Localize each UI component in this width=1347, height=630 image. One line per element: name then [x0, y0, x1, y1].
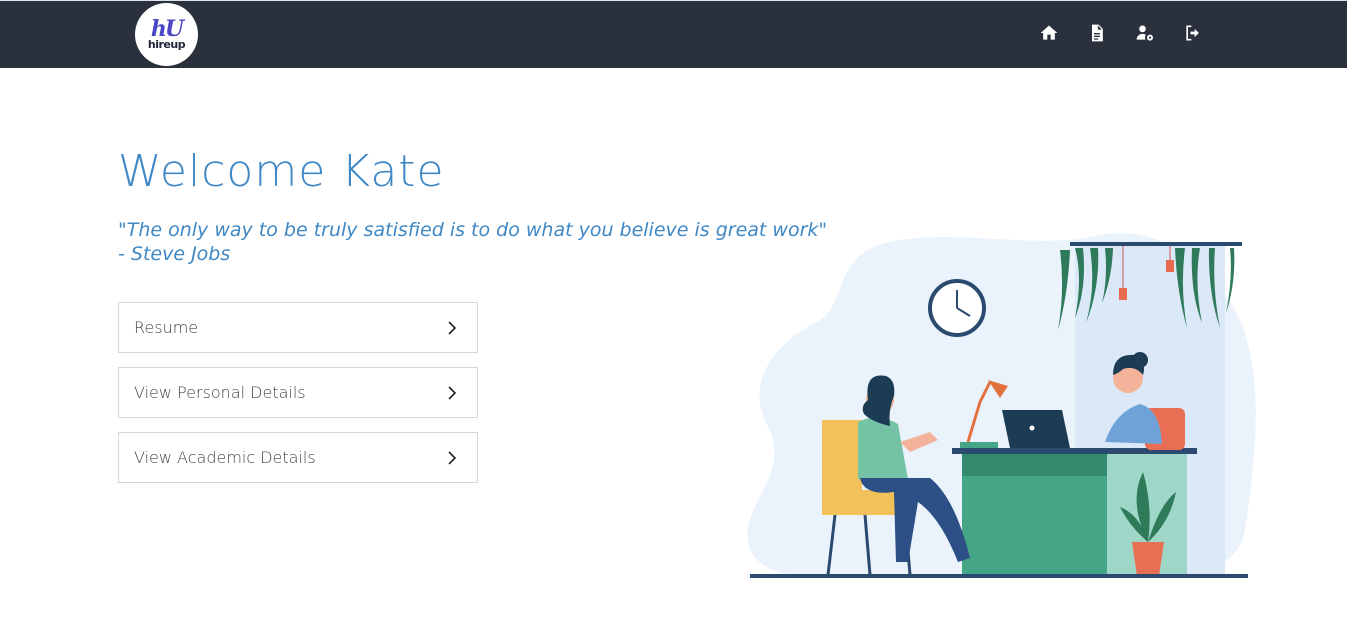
resume-label: Resume [134, 318, 199, 337]
personal-details-label: View Personal Details [134, 383, 306, 402]
view-academic-details-button[interactable]: View Academic Details [118, 432, 478, 483]
document-icon[interactable] [1086, 22, 1108, 44]
chevron-right-icon [448, 320, 457, 335]
home-icon[interactable] [1038, 22, 1060, 44]
logout-icon[interactable] [1182, 22, 1204, 44]
user-settings-icon[interactable] [1134, 22, 1156, 44]
chevron-right-icon [448, 385, 457, 400]
chevron-right-icon [448, 450, 457, 465]
welcome-heading: Welcome Kate [118, 146, 445, 197]
nav-icon-bar [1038, 22, 1204, 44]
view-personal-details-button[interactable]: View Personal Details [118, 367, 478, 418]
logo-wordmark: hireup [147, 37, 186, 51]
top-navbar: hU hireup [0, 0, 1347, 68]
dashboard-menu: Resume View Personal Details View Academ… [118, 302, 478, 497]
office-interview-illustration [747, 233, 1256, 578]
resume-button[interactable]: Resume [118, 302, 478, 353]
logo-mark: hU [150, 15, 184, 42]
hireup-logo[interactable]: hU hireup [135, 3, 198, 66]
academic-details-label: View Academic Details [134, 448, 316, 467]
